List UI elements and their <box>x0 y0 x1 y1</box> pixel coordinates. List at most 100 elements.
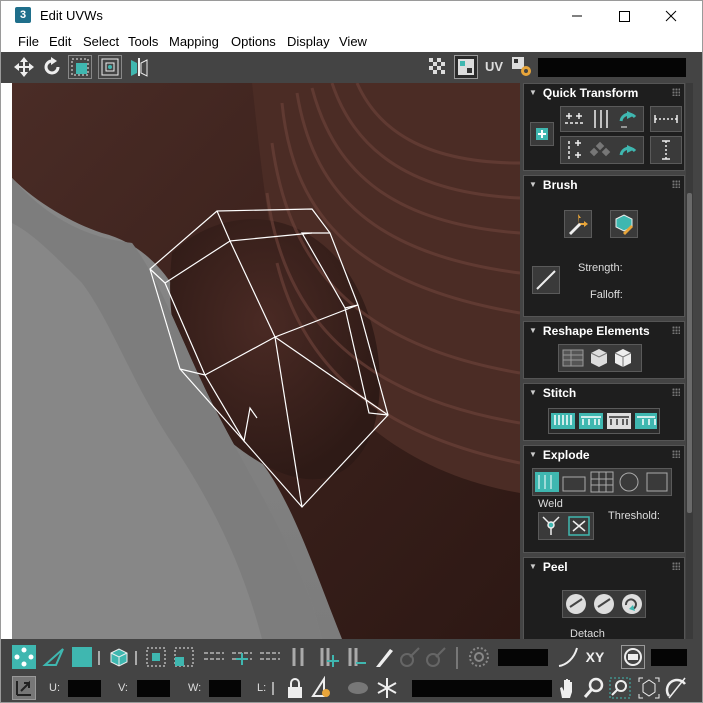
u-value-field[interactable] <box>68 680 101 697</box>
stitch-header[interactable]: ▼ Stitch <box>529 386 576 400</box>
freeze-button[interactable] <box>375 676 399 700</box>
filter-selected-faces-button[interactable] <box>310 675 334 700</box>
loop-grow-button[interactable] <box>316 645 340 669</box>
reshape-elements-header[interactable]: ▼ Reshape Elements <box>529 324 650 338</box>
rotate-tool-button[interactable] <box>40 55 64 79</box>
zoom-region-button[interactable] <box>608 676 632 700</box>
texture-map-button[interactable] <box>454 55 478 79</box>
uv-settings-button[interactable] <box>510 55 534 79</box>
grow-selection-button[interactable] <box>144 645 168 669</box>
zoom-extents-button[interactable] <box>637 676 661 700</box>
align-vertical-icon[interactable] <box>561 137 643 163</box>
paint-select-button[interactable] <box>372 645 396 669</box>
limit-soft-selection-button[interactable] <box>621 645 645 669</box>
weld-icons[interactable] <box>539 513 593 539</box>
uv-viewport-canvas[interactable] <box>12 83 520 639</box>
menu-display[interactable]: Display <box>287 34 330 49</box>
menu-view[interactable]: View <box>339 34 367 49</box>
grip-icon[interactable] <box>672 88 680 96</box>
stitch-icons[interactable] <box>549 409 659 433</box>
paint-shrink-icon <box>426 647 446 667</box>
uv-channel-label[interactable]: UV <box>482 55 506 79</box>
w-value-field[interactable] <box>209 680 241 697</box>
grip-icon[interactable] <box>672 180 680 188</box>
soft-selection-value[interactable] <box>498 649 548 666</box>
ring-selection-button[interactable] <box>202 645 226 669</box>
scale-tool-button[interactable] <box>68 55 92 79</box>
freeform-icon <box>101 58 119 76</box>
minimize-icon <box>572 15 582 17</box>
menu-edit[interactable]: Edit <box>49 34 71 49</box>
peel-icons[interactable] <box>563 591 645 617</box>
set-pivot-button[interactable] <box>530 122 554 146</box>
vertex-mode-button[interactable] <box>12 645 36 669</box>
falloff-type-icon <box>558 647 578 667</box>
minimize-button[interactable] <box>554 3 600 29</box>
grip-icon[interactable] <box>672 326 680 334</box>
explode-header[interactable]: ▼ Explode <box>529 448 590 462</box>
loop-shrink-button[interactable] <box>344 645 368 669</box>
v-value-field[interactable] <box>137 680 170 697</box>
brush-falloff-button[interactable] <box>532 266 560 294</box>
lock-selection-button[interactable] <box>283 676 307 700</box>
paint-shrink-button[interactable] <box>424 645 448 669</box>
menu-options[interactable]: Options <box>231 34 276 49</box>
absolute-offset-toggle[interactable] <box>12 676 36 700</box>
move-icon <box>14 57 34 77</box>
loop-icon <box>292 648 304 666</box>
menu-bar: File Edit Select Tools Mapping Options D… <box>1 31 702 52</box>
close-button[interactable] <box>648 3 694 29</box>
brush-header[interactable]: ▼ Brush <box>529 178 578 192</box>
snap-toggle-button[interactable] <box>665 676 689 700</box>
paint-move-button[interactable] <box>564 210 592 238</box>
relax-brush-button[interactable] <box>610 210 638 238</box>
edge-mode-button[interactable] <box>42 645 66 669</box>
menu-file[interactable]: File <box>18 34 39 49</box>
reshape-elements-rollout: ▼ Reshape Elements <box>523 321 685 379</box>
falloff-type-button[interactable] <box>556 645 580 669</box>
falloff-space-xy[interactable]: XY <box>583 645 607 669</box>
element-mode-button[interactable] <box>107 645 131 669</box>
explode-icons[interactable] <box>533 469 671 495</box>
quick-transform-rollout: ▼ Quick Transform <box>523 83 685 171</box>
menu-tools[interactable]: Tools <box>128 34 158 49</box>
selection-dropdown[interactable] <box>412 680 552 697</box>
menu-mapping[interactable]: Mapping <box>169 34 219 49</box>
panel-scrollbar-thumb[interactable] <box>687 193 692 513</box>
ring-grow-button[interactable] <box>230 645 254 669</box>
zoom-tool-button[interactable] <box>582 676 606 700</box>
shrink-selection-button[interactable] <box>172 645 196 669</box>
space-vertical-button[interactable] <box>650 136 682 164</box>
space-horizontal-button[interactable] <box>650 106 682 132</box>
checker-map-button[interactable] <box>426 55 450 79</box>
panel-scrollbar[interactable] <box>686 83 693 639</box>
peel-header[interactable]: ▼ Peel <box>529 560 568 574</box>
texture-dropdown[interactable] <box>538 58 686 77</box>
quick-transform-header[interactable]: ▼ Quick Transform <box>529 86 638 100</box>
paint-grow-button[interactable] <box>398 645 422 669</box>
loop-selection-button[interactable] <box>286 645 310 669</box>
move-tool-button[interactable] <box>12 55 36 79</box>
limit-value-field[interactable] <box>651 649 687 666</box>
uv-viewport[interactable] <box>12 83 520 639</box>
relax-brush-icon <box>615 214 633 235</box>
pan-tool-button[interactable] <box>555 676 579 700</box>
hide-button[interactable] <box>346 676 370 700</box>
reshape-icons[interactable] <box>559 345 641 371</box>
face-mode-button[interactable] <box>70 645 94 669</box>
maximize-button[interactable] <box>601 3 647 29</box>
grip-icon[interactable] <box>672 388 680 396</box>
menu-select[interactable]: Select <box>83 34 119 49</box>
lock-icon <box>288 678 302 698</box>
grip-icon[interactable] <box>672 450 680 458</box>
soft-selection-button[interactable] <box>467 645 491 669</box>
u-label: U: <box>49 682 60 694</box>
freeform-tool-button[interactable] <box>98 55 122 79</box>
paint-brush-icon <box>376 649 393 667</box>
mirror-tool-button[interactable] <box>127 55 151 79</box>
align-row-1 <box>560 106 644 132</box>
grip-icon[interactable] <box>672 562 680 570</box>
hand-icon <box>560 679 572 698</box>
ring-shrink-button[interactable] <box>258 645 282 669</box>
align-horizontal-icon[interactable] <box>561 107 643 131</box>
